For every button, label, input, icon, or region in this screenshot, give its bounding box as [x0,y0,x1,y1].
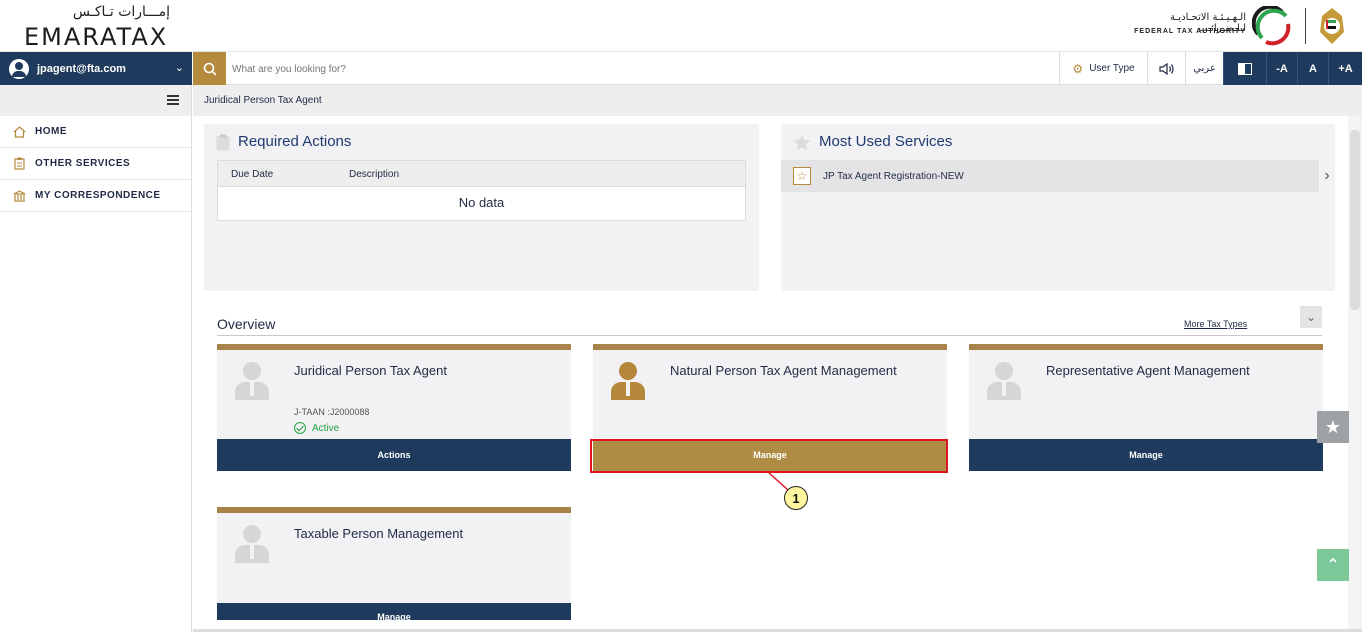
clipboard-icon [12,157,26,171]
double-chevron-up-icon: ⌃ [1326,557,1340,574]
emaratax-logo[interactable]: إمـــارات تـاكـس EMARATAX [24,4,184,51]
home-icon [12,125,26,139]
no-data-text: No data [458,195,505,210]
language-toggle[interactable]: عربي [1185,52,1223,85]
card-representative-agent-management: Representative Agent Management Manage [969,344,1323,471]
navbar-tools: ⚙ User Type عربي -A A +A [1059,52,1362,85]
card-juridical-person-tax-agent: Juridical Person Tax Agent J-TAAN :J2000… [217,344,571,471]
chevron-right-icon[interactable]: › [1319,160,1335,192]
column-description: Description [349,169,400,180]
font-normal-button[interactable]: A [1297,52,1328,85]
chevron-down-icon[interactable]: ⌄ [175,61,184,74]
person-icon [611,362,645,402]
sidebar: HOME OTHER SERVICES MY CORRESPONDENCE [0,85,192,632]
hamburger-icon[interactable] [167,95,179,105]
contrast-icon [1238,62,1252,75]
main-navbar: jpagent@fta.com ⌄ ⚙ User Type عربي -A A … [0,52,1362,85]
card-title: Taxable Person Management [294,526,464,541]
star-icon: ☆ [793,167,811,185]
card-title: Juridical Person Tax Agent [294,363,447,378]
sidebar-item-my-correspondence[interactable]: MY CORRESPONDENCE [0,180,191,212]
search-icon [203,62,217,76]
overview-divider [217,335,1322,336]
person-icon [987,362,1021,402]
scrollbar-thumb[interactable] [1350,130,1360,310]
most-used-services-panel: Most Used Services ☆ JP Tax Agent Regist… [781,124,1335,291]
required-actions-table: Due Date Description No data [217,160,746,221]
star-icon [793,134,811,151]
speaker-icon [1158,62,1174,75]
uae-emblem-icon [1320,8,1344,44]
card-title: Representative Agent Management [1046,363,1250,378]
favorites-star-button[interactable]: ★ [1317,411,1349,443]
required-actions-title: Required Actions [238,133,352,150]
header-divider [1305,8,1306,44]
sidebar-item-label: OTHER SERVICES [35,158,131,169]
sidebar-item-home[interactable]: HOME [0,116,191,148]
building-icon [12,189,26,203]
search-button[interactable] [193,52,226,85]
user-avatar-icon [9,58,29,79]
annotation-callout: 1 [784,486,808,510]
chevron-down-icon[interactable]: ⌄ [1300,306,1322,328]
back-to-top-button[interactable]: ⌃ [1317,549,1349,581]
user-type-button[interactable]: ⚙ User Type [1059,52,1147,85]
required-actions-panel: Required Actions Due Date Description No… [204,124,759,291]
speaker-button[interactable] [1147,52,1185,85]
card-title: Natural Person Tax Agent Management [670,363,897,378]
star-icon: ★ [1324,416,1342,437]
actions-button[interactable]: Actions [217,439,571,471]
manage-button[interactable]: Manage [217,603,571,620]
check-circle-icon [294,422,306,434]
sidebar-item-label: HOME [35,126,67,137]
sidebar-item-other-services[interactable]: OTHER SERVICES [0,148,191,180]
top-header: إمـــارات تـاكـس EMARATAX الـهـيـئـة الا… [0,0,1362,52]
person-icon [235,362,269,402]
gear-icon: ⚙ [1072,61,1084,76]
column-due-date: Due Date [231,169,274,180]
user-type-label: User Type [1089,63,1135,74]
page-scrollbar[interactable] [1348,116,1362,632]
most-used-services-title: Most Used Services [819,133,953,150]
logo-arabic-text: إمـــارات تـاكـس [72,4,170,20]
sidebar-item-label: MY CORRESPONDENCE [35,190,161,201]
manage-button[interactable]: Manage [969,439,1323,471]
list-item[interactable]: ☆ JP Tax Agent Registration-NEW › [781,160,1335,192]
table-header: Due Date Description [218,161,745,187]
status-text: Active [312,422,340,434]
annotation-highlight [590,439,948,473]
contrast-toggle[interactable] [1223,52,1266,85]
search-input[interactable] [232,59,732,79]
service-label: JP Tax Agent Registration-NEW [823,170,964,182]
more-tax-types-link[interactable]: More Tax Types [1184,319,1247,329]
breadcrumb: Juridical Person Tax Agent [193,85,1362,116]
clipboard-icon [216,134,230,151]
fta-english-text: FEDERAL TAX AUTHORITY [1134,28,1246,35]
overview-title: Overview [217,316,276,332]
logo-english-text: EMARATAX [24,23,169,51]
user-email: jpagent@fta.com [37,62,126,75]
font-decrease-button[interactable]: -A [1266,52,1297,85]
user-menu[interactable]: jpagent@fta.com ⌄ [0,52,192,85]
sidebar-toggle-bar [0,85,191,116]
status-badge: Active [294,422,339,434]
fta-logo: الـهـيـئـة الاتحـاديـة لـلـضـرائـب FEDER… [1122,6,1292,46]
person-icon [235,525,269,565]
tan-number: J-TAAN :J2000088 [294,407,370,417]
font-increase-button[interactable]: +A [1328,52,1362,85]
card-taxable-person-management: Taxable Person Management Manage [217,507,571,620]
breadcrumb-current: Juridical Person Tax Agent [204,95,322,106]
fta-mark-icon [1252,6,1291,46]
